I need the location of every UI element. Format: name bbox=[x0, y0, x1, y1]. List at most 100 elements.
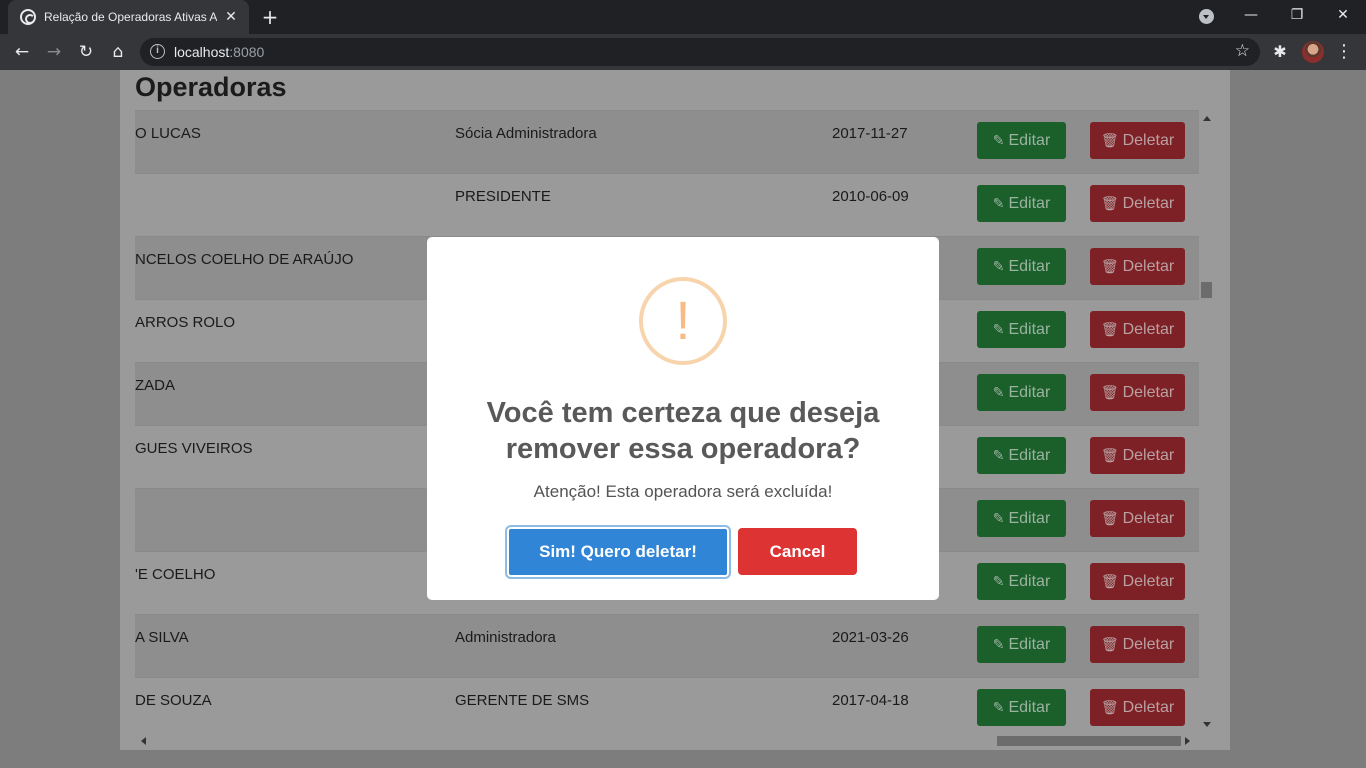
operator-name: 'E COELHO bbox=[135, 566, 216, 583]
edit-button[interactable]: ✎ Editar bbox=[977, 311, 1066, 348]
operator-name: DE SOUZA bbox=[135, 692, 212, 709]
extensions-icon[interactable]: ✱ bbox=[1270, 38, 1290, 66]
table-horizontal-scrollbar[interactable] bbox=[135, 733, 1214, 748]
scroll-down-icon[interactable] bbox=[1203, 722, 1211, 727]
bookmark-star-icon[interactable]: ☆ bbox=[1235, 41, 1250, 61]
scroll-right-icon[interactable] bbox=[1185, 737, 1190, 745]
delete-label: Deletar bbox=[1122, 257, 1175, 275]
delete-label: Deletar bbox=[1122, 572, 1175, 590]
table-row: O LUCAS Sócia Administradora 2017-11-27 ✎ Ed… bbox=[135, 110, 1199, 173]
delete-label: Deletar bbox=[1122, 383, 1175, 401]
operator-name: A SILVA bbox=[135, 629, 189, 646]
edit-button[interactable]: ✎ Editar bbox=[977, 500, 1066, 537]
edit-icon: ✎ bbox=[992, 447, 1005, 463]
trash-icon: 🗑 bbox=[1100, 636, 1119, 652]
scrollbar-thumb[interactable] bbox=[1201, 282, 1212, 298]
edit-icon: ✎ bbox=[992, 132, 1005, 148]
operator-role: Administradora bbox=[455, 629, 556, 646]
close-window-icon[interactable]: ✕ bbox=[1320, 0, 1366, 32]
delete-label: Deletar bbox=[1122, 446, 1175, 464]
new-tab-icon[interactable]: + bbox=[260, 5, 280, 29]
table-row: DE SOUZA GERENTE DE SMS 2017-04-18 ✎ Editar 🗑… bbox=[135, 677, 1199, 733]
restore-icon[interactable]: ❐ bbox=[1274, 0, 1320, 32]
edit-icon: ✎ bbox=[992, 699, 1005, 715]
operator-date: 2010-06-09 bbox=[832, 188, 909, 205]
trash-icon: 🗑 bbox=[1100, 258, 1119, 274]
delete-label: Deletar bbox=[1122, 509, 1175, 527]
edit-icon: ✎ bbox=[992, 573, 1005, 589]
trash-icon: 🗑 bbox=[1100, 573, 1119, 589]
operator-role: Sócia Administradora bbox=[455, 125, 597, 142]
table-vertical-scrollbar[interactable] bbox=[1199, 110, 1214, 733]
browser-menu-icon[interactable]: ⋮ bbox=[1334, 38, 1354, 66]
edit-button[interactable]: ✎ Editar bbox=[977, 626, 1066, 663]
edit-label: Editar bbox=[1008, 446, 1051, 464]
trash-icon: 🗑 bbox=[1100, 510, 1119, 526]
scrollbar-thumb[interactable] bbox=[997, 736, 1181, 746]
edit-icon: ✎ bbox=[992, 510, 1005, 526]
edit-label: Editar bbox=[1008, 635, 1051, 653]
tab-close-icon[interactable]: ✕ bbox=[223, 9, 239, 25]
delete-button[interactable]: 🗑 Deletar bbox=[1090, 500, 1185, 537]
delete-button[interactable]: 🗑 Deletar bbox=[1090, 185, 1185, 222]
confirm-delete-dialog: ! Você tem certeza que deseja remover es… bbox=[427, 237, 939, 600]
edit-button[interactable]: ✎ Editar bbox=[977, 689, 1066, 726]
delete-button[interactable]: 🗑 Deletar bbox=[1090, 311, 1185, 348]
edit-button[interactable]: ✎ Editar bbox=[977, 248, 1066, 285]
reload-icon[interactable]: ↻ bbox=[72, 38, 100, 66]
operator-role: GERENTE DE SMS bbox=[455, 692, 590, 709]
table-row: PRESIDENTE 2010-06-09 ✎ Editar 🗑 Deletar bbox=[135, 173, 1199, 236]
forward-icon[interactable]: → bbox=[40, 38, 68, 66]
trash-icon: 🗑 bbox=[1100, 195, 1119, 211]
operator-name: NCELOS COELHO DE ARAÚJO bbox=[135, 251, 354, 268]
address-bar[interactable]: i localhost:8080 ☆ bbox=[140, 38, 1260, 66]
trash-icon: 🗑 bbox=[1100, 132, 1119, 148]
trash-icon: 🗑 bbox=[1100, 699, 1119, 715]
cancel-button[interactable]: Cancel bbox=[738, 528, 857, 575]
delete-button[interactable]: 🗑 Deletar bbox=[1090, 689, 1185, 726]
scroll-left-icon[interactable] bbox=[141, 737, 146, 745]
delete-label: Deletar bbox=[1122, 131, 1175, 149]
delete-button[interactable]: 🗑 Deletar bbox=[1090, 122, 1185, 159]
warning-icon: ! bbox=[639, 277, 727, 365]
edit-label: Editar bbox=[1008, 320, 1051, 338]
operator-date: 2021-03-26 bbox=[832, 629, 909, 646]
edit-button[interactable]: ✎ Editar bbox=[977, 563, 1066, 600]
delete-button[interactable]: 🗑 Deletar bbox=[1090, 374, 1185, 411]
delete-label: Deletar bbox=[1122, 698, 1175, 716]
edit-button[interactable]: ✎ Editar bbox=[977, 437, 1066, 474]
profile-avatar[interactable] bbox=[1302, 41, 1324, 63]
edit-label: Editar bbox=[1008, 698, 1051, 716]
minimize-icon[interactable]: — bbox=[1228, 0, 1274, 32]
page-title: Operadoras bbox=[135, 72, 287, 102]
edit-button[interactable]: ✎ Editar bbox=[977, 185, 1066, 222]
delete-button[interactable]: 🗑 Deletar bbox=[1090, 626, 1185, 663]
delete-button[interactable]: 🗑 Deletar bbox=[1090, 563, 1185, 600]
site-info-icon[interactable]: i bbox=[150, 44, 165, 59]
delete-label: Deletar bbox=[1122, 194, 1175, 212]
confirm-delete-button[interactable]: Sim! Quero deletar! bbox=[507, 527, 729, 577]
tab-title: Relação de Operadoras Ativas AN bbox=[44, 10, 217, 24]
scroll-up-icon[interactable] bbox=[1203, 116, 1211, 121]
edit-button[interactable]: ✎ Editar bbox=[977, 122, 1066, 159]
edit-icon: ✎ bbox=[992, 384, 1005, 400]
delete-button[interactable]: 🗑 Deletar bbox=[1090, 248, 1185, 285]
operator-date: 2017-04-18 bbox=[832, 692, 909, 709]
trash-icon: 🗑 bbox=[1100, 447, 1119, 463]
edit-icon: ✎ bbox=[992, 195, 1005, 211]
site-favicon-icon bbox=[20, 9, 36, 25]
trash-icon: 🗑 bbox=[1100, 384, 1119, 400]
operator-name: GUES VIVEIROS bbox=[135, 440, 253, 457]
edit-button[interactable]: ✎ Editar bbox=[977, 374, 1066, 411]
delete-button[interactable]: 🗑 Deletar bbox=[1090, 437, 1185, 474]
url-port: :8080 bbox=[229, 44, 265, 60]
dialog-text: Atenção! Esta operadora será excluída! bbox=[533, 482, 833, 501]
browser-tab[interactable]: Relação de Operadoras Ativas AN ✕ bbox=[8, 0, 249, 34]
tab-search-icon[interactable] bbox=[1199, 9, 1214, 24]
url-text: localhost:8080 bbox=[174, 44, 264, 60]
home-icon[interactable]: ⌂ bbox=[104, 38, 132, 66]
back-icon[interactable]: ← bbox=[8, 38, 36, 66]
edit-icon: ✎ bbox=[992, 636, 1005, 652]
dialog-title: Você tem certeza que deseja remover essa… bbox=[486, 397, 880, 465]
operator-role: PRESIDENTE bbox=[455, 188, 551, 205]
